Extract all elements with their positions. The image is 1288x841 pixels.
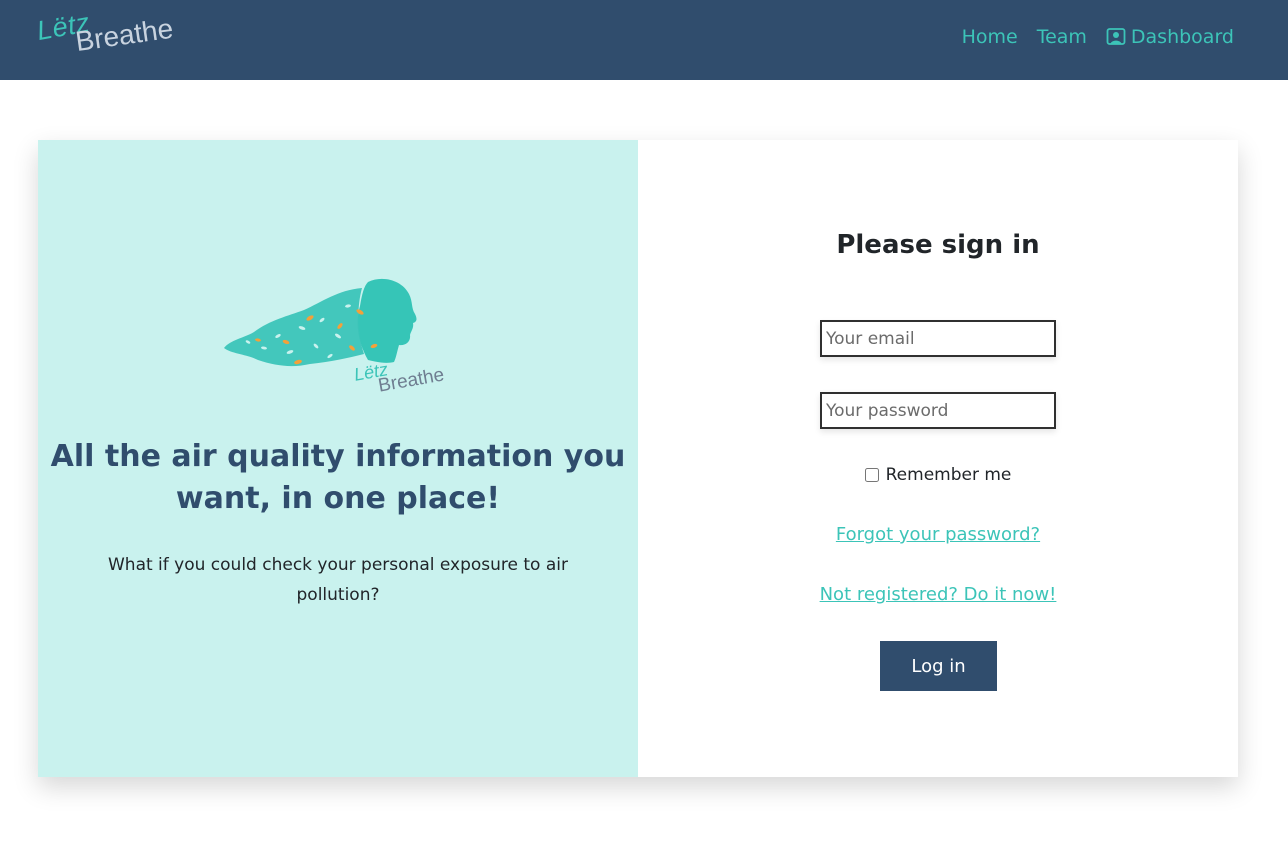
user-dashboard-icon [1106, 28, 1126, 45]
nav-dashboard-label: Dashboard [1130, 26, 1234, 48]
hero-headline: All the air quality information you want… [50, 439, 626, 516]
nav-team-link[interactable]: Team [1037, 26, 1087, 48]
main-nav: Home Team Dashboard [943, 26, 1234, 48]
login-button[interactable]: Log in [880, 641, 997, 691]
navbar: Lëtz Breathe Home Team Dashboard [0, 0, 1288, 80]
signin-title: Please sign in [836, 230, 1040, 260]
signin-form: Please sign in Remember me Forgot your p… [638, 140, 1238, 777]
remember-me: Remember me [638, 465, 1238, 485]
register-link[interactable]: Not registered? Do it now! [820, 584, 1057, 605]
brand-logo[interactable]: Lëtz Breathe [35, 7, 188, 70]
remember-me-label[interactable]: Remember me [886, 465, 1012, 485]
forgot-password-row: Forgot your password? [638, 524, 1238, 545]
password-field[interactable] [820, 392, 1056, 429]
register-row: Not registered? Do it now! [638, 584, 1238, 605]
hero-panel: Lëtz Breathe All the air quality informa… [38, 140, 638, 777]
hero-subtext: What if you could check your personal ex… [107, 555, 568, 605]
signin-card: Lëtz Breathe All the air quality informa… [38, 140, 1238, 777]
hero-logo: Lëtz Breathe [218, 276, 458, 404]
forgot-password-link[interactable]: Forgot your password? [836, 524, 1040, 545]
remember-me-checkbox[interactable] [864, 468, 879, 482]
nav-home-link[interactable]: Home [962, 26, 1018, 48]
nav-dashboard-link[interactable]: Dashboard [1106, 26, 1234, 48]
email-field[interactable] [820, 320, 1056, 357]
